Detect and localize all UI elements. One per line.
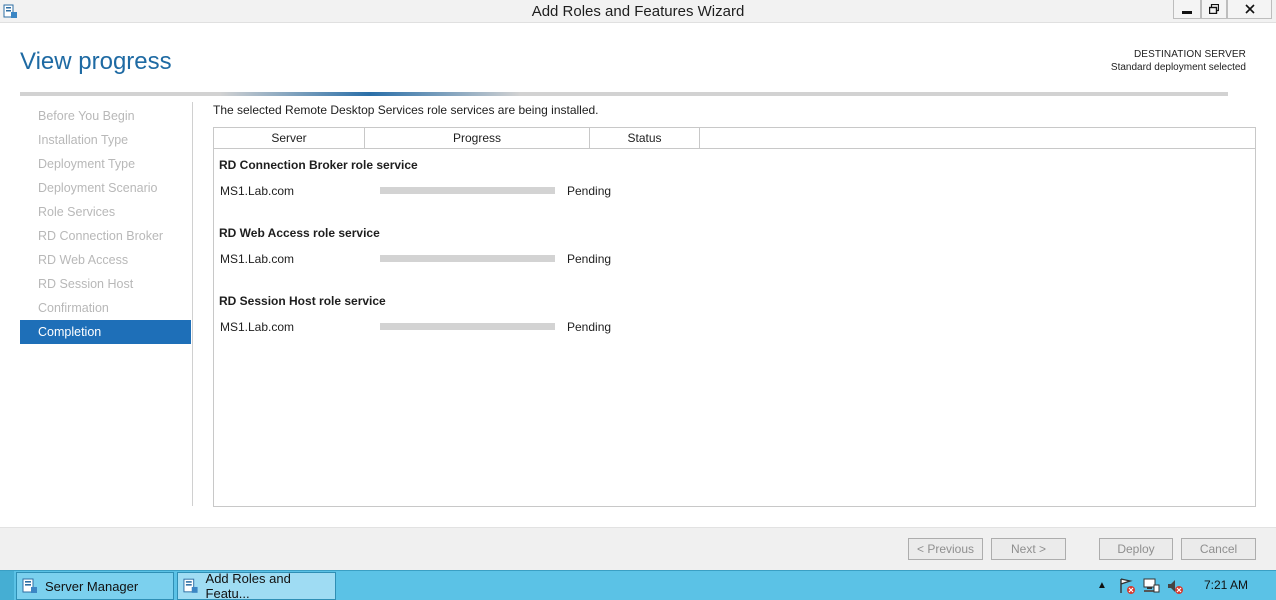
column-header-status[interactable]: Status	[590, 128, 700, 148]
row-progress-bar	[380, 187, 555, 194]
column-header-server[interactable]: Server	[214, 128, 365, 148]
show-hidden-icons-icon[interactable]: ▲	[1097, 580, 1107, 591]
taskbar-item-server-manager[interactable]: Server Manager	[16, 572, 174, 600]
window-title: Add Roles and Features Wizard	[531, 3, 745, 20]
nav-item-deployment-type[interactable]: Deployment Type	[20, 152, 191, 176]
row-status: Pending	[567, 320, 612, 334]
row-server: MS1.Lab.com	[220, 184, 295, 198]
page-title: View progress	[20, 48, 172, 75]
server-manager-icon	[22, 578, 37, 593]
start-button[interactable]	[0, 571, 14, 600]
nav-divider	[192, 102, 193, 506]
taskbar: Server Manager Add Roles and Featu... ▲ …	[0, 570, 1276, 600]
deploy-button[interactable]: Deploy	[1099, 538, 1173, 560]
grid-header: Server Progress Status	[214, 128, 1255, 149]
nav-item-rd-web-access[interactable]: RD Web Access	[20, 248, 191, 272]
nav-item-installation-type[interactable]: Installation Type	[20, 128, 191, 152]
wizard-icon	[183, 578, 198, 593]
nav-item-role-services[interactable]: Role Services	[20, 200, 191, 224]
row-progress-bar	[380, 323, 555, 330]
wizard-nav: Before You Begin Installation Type Deplo…	[20, 104, 191, 344]
destination-server-label: DESTINATION SERVER	[1133, 49, 1246, 60]
network-icon[interactable]	[1141, 576, 1161, 596]
taskbar-item-wizard[interactable]: Add Roles and Featu...	[177, 571, 336, 600]
row-status: Pending	[567, 252, 612, 266]
row-progress-bar	[380, 255, 555, 262]
volume-muted-icon[interactable]	[1165, 576, 1185, 596]
nav-item-before-you-begin[interactable]: Before You Begin	[20, 104, 191, 128]
title-bar: Add Roles and Features Wizard	[0, 0, 1276, 23]
nav-item-confirmation[interactable]: Confirmation	[20, 296, 191, 320]
group-title: RD Web Access role service	[219, 226, 380, 240]
minimize-icon	[1182, 11, 1192, 14]
wizard-progress-highlight	[220, 92, 520, 96]
close-button[interactable]	[1227, 0, 1272, 19]
nav-item-rd-connection-broker[interactable]: RD Connection Broker	[20, 224, 191, 248]
progress-grid: Server Progress Status RD Connection Bro…	[213, 127, 1256, 507]
taskbar-clock[interactable]: 7:21 AM	[1204, 578, 1248, 592]
taskbar-item-label: Server Manager	[45, 578, 139, 594]
taskbar-item-label: Add Roles and Featu...	[205, 571, 291, 600]
close-icon	[1244, 4, 1255, 14]
cancel-button[interactable]: Cancel	[1181, 538, 1256, 560]
action-center-icon[interactable]	[1117, 576, 1137, 596]
intro-text: The selected Remote Desktop Services rol…	[213, 103, 599, 117]
row-server: MS1.Lab.com	[220, 320, 295, 334]
group-title: RD Connection Broker role service	[219, 158, 418, 172]
column-header-progress[interactable]: Progress	[365, 128, 590, 148]
restore-button[interactable]	[1201, 0, 1227, 19]
minimize-button[interactable]	[1173, 0, 1201, 19]
row-status: Pending	[567, 184, 612, 198]
destination-server-value: Standard deployment selected	[1110, 62, 1246, 73]
nav-item-completion[interactable]: Completion	[20, 320, 191, 344]
wizard-footer	[0, 527, 1276, 570]
row-server: MS1.Lab.com	[220, 252, 295, 266]
nav-item-deployment-scenario[interactable]: Deployment Scenario	[20, 176, 191, 200]
wizard-progress-strip	[20, 92, 1228, 96]
next-button[interactable]: Next >	[991, 538, 1066, 560]
nav-item-rd-session-host[interactable]: RD Session Host	[20, 272, 191, 296]
group-title: RD Session Host role service	[219, 294, 386, 308]
previous-button[interactable]: < Previous	[908, 538, 983, 560]
restore-icon	[1209, 4, 1219, 14]
